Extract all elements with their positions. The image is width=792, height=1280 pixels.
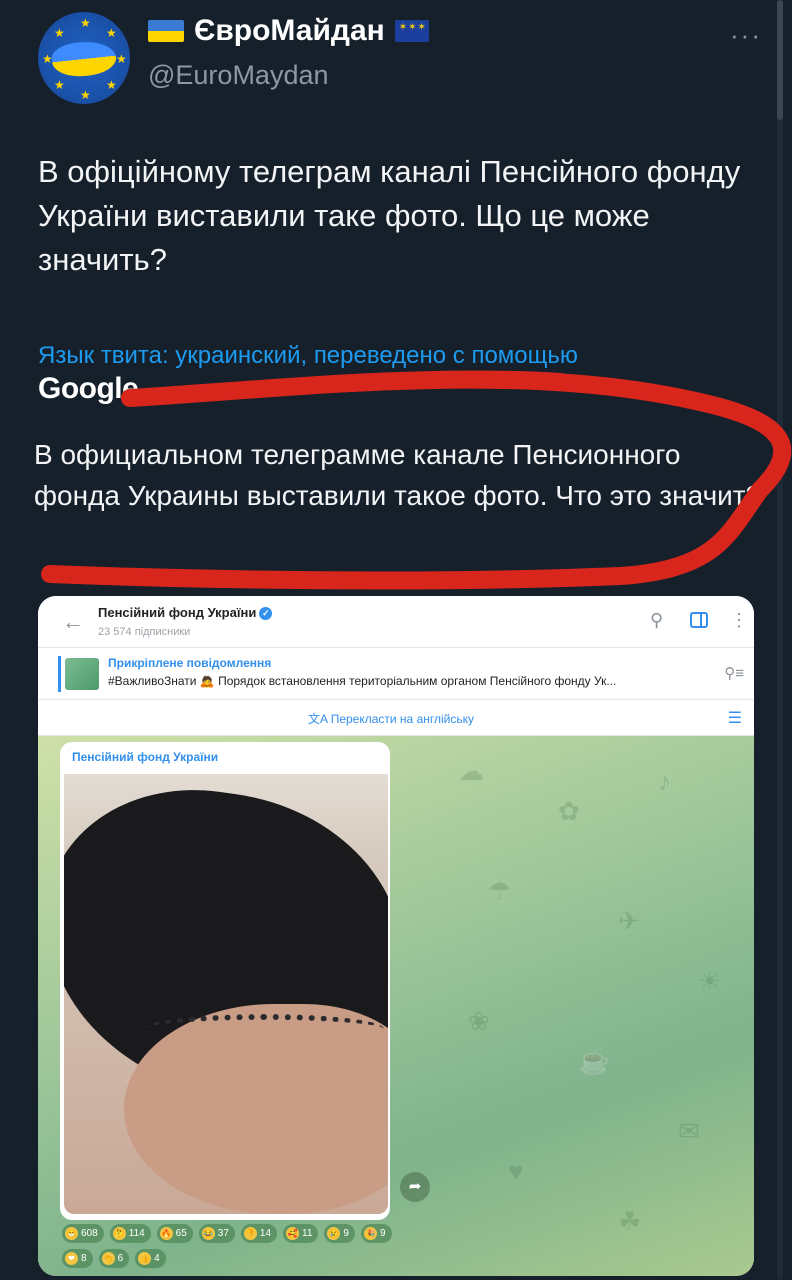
ukraine-flag-icon: [148, 20, 184, 42]
name-row: ЄвроМайдан: [148, 14, 429, 48]
pinned-message-bar[interactable]: Прикріплене повідомлення #ВажливоЗнати 🙇…: [38, 648, 754, 700]
reaction-count: 14: [259, 1228, 272, 1239]
photo-lace-detail: [144, 1014, 384, 1044]
doodle-icon: ✈: [618, 906, 640, 936]
doodle-icon: ❀: [468, 1006, 490, 1036]
translation-link[interactable]: Язык твита: украинский, переведено с пом…: [38, 342, 578, 370]
reaction-emoji-icon: 🎉: [363, 1227, 377, 1240]
star-icon: ★: [106, 26, 117, 40]
pinned-title: Прикріплене повідомлення: [108, 656, 272, 670]
reaction-chip[interactable]: 😁 608: [62, 1224, 104, 1243]
reaction-count: 9: [379, 1228, 386, 1239]
translate-bar: 文A Перекласти на англійську ☰: [38, 700, 754, 736]
reaction-chip[interactable]: 👎 14: [240, 1224, 278, 1243]
star-icon: ★: [54, 26, 65, 40]
reaction-chip[interactable]: ❤ 8: [62, 1249, 93, 1268]
pinned-indicator: [58, 656, 61, 692]
scrollbar-thumb[interactable]: [777, 0, 783, 120]
forward-icon[interactable]: ➦: [400, 1172, 430, 1202]
reaction-count: 608: [81, 1228, 98, 1239]
reaction-chip[interactable]: 👏 6: [98, 1249, 130, 1268]
reaction-count: 9: [343, 1228, 349, 1239]
translate-label: Перекласти на англійську: [330, 712, 474, 726]
kebab-menu-icon[interactable]: ⋮: [730, 610, 748, 631]
reaction-emoji-icon: 🔥: [159, 1227, 173, 1240]
star-icon: ★: [116, 52, 127, 66]
doodle-icon: ☀: [698, 966, 722, 996]
doodle-icon: ☂: [488, 876, 512, 906]
doodle-icon: ☁: [458, 756, 484, 786]
reaction-chip[interactable]: 😂 37: [198, 1224, 235, 1243]
reaction-emoji-icon: 👏: [101, 1252, 115, 1265]
reaction-count: 37: [217, 1228, 229, 1239]
star-icon: ★: [80, 88, 91, 102]
translated-text: В официальном телеграмме канале Пенсионн…: [34, 439, 762, 511]
reaction-emoji-icon: 👍: [138, 1252, 152, 1265]
star-icon: ★: [106, 78, 117, 92]
display-name[interactable]: ЄвроМайдан: [194, 14, 385, 48]
telegram-header: ← Пенсійний фонд України ✓ 23 574 підписн…: [38, 596, 754, 648]
reaction-chip[interactable]: 🔥 65: [156, 1224, 193, 1243]
reaction-emoji-icon: 🤔: [112, 1227, 126, 1240]
reaction-count: 114: [128, 1228, 145, 1239]
arrow-left-icon[interactable]: ←: [62, 609, 84, 635]
tweet-text: В офіційному телеграм каналі Пенсійного …: [38, 154, 741, 277]
verified-icon: ✓: [259, 607, 273, 621]
telegram-channel-name[interactable]: Пенсійний фонд України ✓: [98, 605, 273, 621]
translate-icon: 文A: [308, 712, 331, 726]
reaction-chip[interactable]: 👍 4: [135, 1249, 166, 1268]
sidebar-icon[interactable]: [690, 612, 708, 628]
eu-flag-icon: [394, 20, 429, 42]
reaction-emoji-icon: 😂: [201, 1227, 215, 1240]
reaction-count: 4: [154, 1253, 160, 1264]
star-icon: ★: [42, 52, 53, 66]
channel-name-text: Пенсійний фонд України: [98, 605, 257, 620]
doodle-icon: ☘: [618, 1206, 642, 1236]
reaction-count: 65: [175, 1228, 187, 1239]
message-bubble[interactable]: Пенсійний фонд України: [60, 742, 390, 1220]
doodle-icon: ☕: [578, 1046, 611, 1076]
scrollbar-track[interactable]: [777, 0, 783, 1280]
search-icon[interactable]: ⚲: [650, 610, 663, 631]
tweet-header: ★ ★ ★ ★ ★ ★ ★ ★ ЄвроМайдан @EuroMaydan ·…: [38, 12, 762, 104]
doodle-icon: ♥: [508, 1156, 524, 1186]
reaction-emoji-icon: 😁: [65, 1227, 78, 1240]
telegram-chat-area: ☁ ✿ ♪ ☂ ✈ ☀ ❀ ☕ ✉ ♥ ☘ Пенсійний фонд Укр…: [38, 736, 754, 1276]
pinned-thumbnail: [65, 658, 99, 690]
reaction-count: 11: [302, 1228, 313, 1239]
user-handle[interactable]: @EuroMaydan: [148, 60, 329, 91]
google-logo: Google: [38, 372, 139, 405]
reactions-list: 😁 608 🤔 114 🔥 65 😂 37 👎 14 🥰 11 😢 9 🎉 9 ❤ 8 👏 6 👍 4: [62, 1224, 392, 1268]
reaction-emoji-icon: ❤: [65, 1252, 78, 1265]
message-photo[interactable]: [64, 774, 388, 1214]
more-options-button[interactable]: ···: [730, 20, 762, 51]
subscriber-count: 23 574 підписники: [98, 626, 191, 638]
doodle-icon: ✿: [558, 796, 580, 826]
star-icon: ★: [80, 16, 91, 30]
reaction-emoji-icon: 😢: [327, 1227, 341, 1240]
translate-button[interactable]: 文A Перекласти на англійську: [308, 710, 474, 727]
pin-list-icon[interactable]: ⚲≡: [724, 664, 744, 682]
reaction-chip[interactable]: 🥰 11: [283, 1224, 319, 1243]
reaction-count: 6: [117, 1253, 124, 1264]
reaction-emoji-icon: 🥰: [286, 1227, 300, 1240]
bubble-sender: Пенсійний фонд України: [72, 750, 219, 764]
doodle-icon: ♪: [658, 766, 671, 796]
ukraine-map-logo: [50, 38, 118, 80]
star-icon: ★: [54, 78, 65, 92]
reaction-chip[interactable]: 🤔 114: [109, 1224, 151, 1243]
avatar[interactable]: ★ ★ ★ ★ ★ ★ ★ ★: [38, 12, 130, 104]
reaction-chip[interactable]: 😢 9: [324, 1224, 355, 1243]
reaction-count: 8: [81, 1253, 87, 1264]
embedded-telegram-screenshot[interactable]: ← Пенсійний фонд України ✓ 23 574 підписн…: [38, 596, 754, 1276]
reaction-chip[interactable]: 🎉 9: [360, 1224, 392, 1243]
filter-icon[interactable]: ☰: [728, 708, 742, 728]
reaction-emoji-icon: 👎: [243, 1227, 257, 1240]
doodle-icon: ✉: [678, 1116, 700, 1146]
pinned-text: #ВажливоЗнати 🙇 Порядок встановлення тер…: [108, 674, 617, 688]
